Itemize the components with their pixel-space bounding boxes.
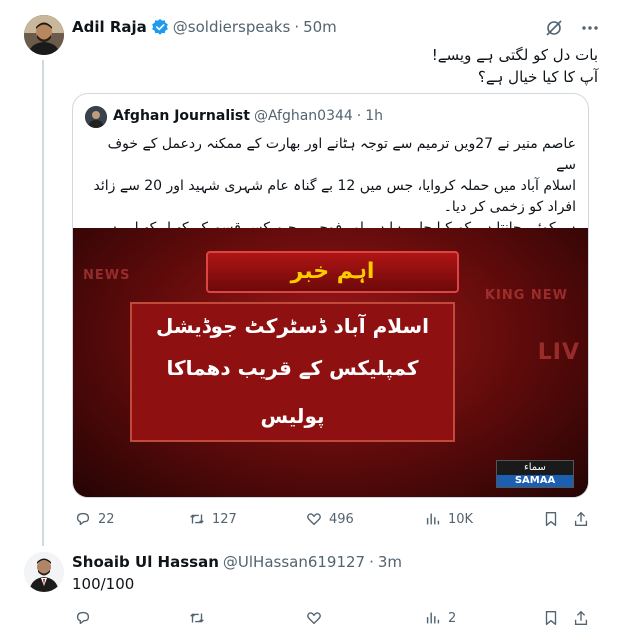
quoted-header: Afghan Journalist @Afghan0344 · 1h bbox=[113, 108, 383, 124]
bookmark-button[interactable] bbox=[542, 609, 560, 627]
share-button[interactable] bbox=[572, 510, 590, 528]
post-text: بات دل کو لگتی ہے ویسے! آپ کا کیا خیال ہ… bbox=[72, 44, 598, 88]
bookmark-icon bbox=[545, 611, 557, 625]
media-bg-text: KING NEW bbox=[484, 288, 568, 303]
views-count: 2 bbox=[448, 610, 457, 626]
reply-count: 22 bbox=[98, 511, 115, 527]
quoted-text-line: عاصم منیر نے 27ویں ترمیم سے توجہ ہٹانے ا… bbox=[107, 136, 576, 173]
reply-text: 100/100 bbox=[72, 575, 135, 593]
headline-line: پولیس bbox=[260, 404, 325, 428]
author-handle[interactable]: @soldierspeaks bbox=[173, 18, 291, 36]
views-icon bbox=[426, 513, 440, 525]
like-button[interactable]: 496 bbox=[305, 510, 354, 528]
post-top-actions bbox=[544, 18, 600, 38]
separator-dot: · bbox=[369, 553, 374, 571]
repost-icon bbox=[190, 514, 204, 524]
heart-icon bbox=[307, 513, 321, 526]
reply-icon bbox=[76, 512, 90, 526]
share-icon bbox=[574, 511, 588, 526]
quoted-text-line: افراد کو زخمی کر دیا۔ bbox=[443, 199, 576, 215]
like-count: 496 bbox=[329, 511, 354, 527]
media-bg-text: NEWS bbox=[83, 268, 131, 283]
reply-author-handle[interactable]: @UlHassan619127 bbox=[223, 553, 365, 571]
reply-icon bbox=[76, 611, 90, 625]
separator-dot: · bbox=[356, 108, 362, 124]
verified-badge-icon bbox=[151, 18, 169, 36]
share-icon bbox=[574, 610, 588, 625]
share-button[interactable] bbox=[572, 609, 590, 627]
media-bg-text: LIV bbox=[537, 340, 580, 365]
views-button[interactable]: 10K bbox=[424, 510, 473, 528]
avatar[interactable] bbox=[24, 15, 64, 55]
post-text-line: بات دل کو لگتی ہے ویسے! bbox=[431, 46, 598, 64]
reply-author-name[interactable]: Shoaib Ul Hassan bbox=[72, 553, 219, 571]
thread-line bbox=[42, 60, 44, 546]
quoted-author-name[interactable]: Afghan Journalist bbox=[113, 108, 250, 124]
views-button[interactable]: 2 bbox=[424, 609, 456, 627]
quoted-text-line: اسلام آباد میں حملہ کروایا، جس میں 12 بے… bbox=[93, 178, 576, 194]
headline-line: کمپلیکس کے قریب دھماکا bbox=[166, 356, 419, 380]
post-header: Adil Raja @soldierspeaks · 50m bbox=[72, 18, 337, 36]
bookmark-icon bbox=[545, 512, 557, 526]
quoted-post[interactable]: Afghan Journalist @Afghan0344 · 1h عاصم … bbox=[72, 93, 589, 498]
breaking-banner-label: اہم خبر bbox=[290, 259, 375, 284]
reply-button[interactable] bbox=[74, 609, 92, 627]
like-button[interactable] bbox=[305, 609, 323, 627]
views-icon bbox=[426, 612, 440, 624]
quoted-time[interactable]: 1h bbox=[365, 108, 383, 124]
reply-time[interactable]: 3m bbox=[378, 553, 402, 571]
quoted-avatar[interactable] bbox=[85, 106, 107, 128]
repost-button[interactable]: 127 bbox=[188, 510, 237, 528]
author-name[interactable]: Adil Raja bbox=[72, 18, 147, 36]
channel-logo-text: SAMAA bbox=[497, 475, 573, 487]
reply-header: Shoaib Ul Hassan @UlHassan619127 · 3m bbox=[72, 553, 402, 571]
reply-button[interactable]: 22 bbox=[74, 510, 115, 528]
quoted-author-handle[interactable]: @Afghan0344 bbox=[254, 108, 353, 124]
reply-avatar[interactable] bbox=[24, 552, 64, 592]
repost-icon bbox=[190, 613, 204, 623]
more-options-icon[interactable] bbox=[580, 18, 600, 38]
quoted-media-image[interactable]: NEWS KING NEW LIV اہم خبر اسلام آباد ڈسٹ… bbox=[73, 228, 588, 497]
post-text-line: آپ کا کیا خیال ہے؟ bbox=[477, 68, 598, 86]
heart-icon bbox=[307, 612, 321, 625]
bookmark-button[interactable] bbox=[542, 510, 560, 528]
repost-count: 127 bbox=[212, 511, 237, 527]
separator-dot: · bbox=[294, 18, 300, 36]
views-count: 10K bbox=[448, 511, 474, 527]
repost-button[interactable] bbox=[188, 609, 206, 627]
main-post[interactable]: Adil Raja @soldierspeaks · 50m بات دل کو… bbox=[0, 0, 618, 546]
post-time[interactable]: 50m bbox=[303, 18, 337, 36]
grok-icon[interactable] bbox=[544, 18, 564, 38]
headline-line: اسلام آباد ڈسٹرکٹ جوڈیشل bbox=[156, 314, 429, 338]
breaking-banner: اہم خبر bbox=[206, 251, 459, 293]
channel-logo: سماء SAMAA bbox=[496, 460, 574, 488]
channel-logo-urdu: سماء bbox=[524, 462, 546, 473]
